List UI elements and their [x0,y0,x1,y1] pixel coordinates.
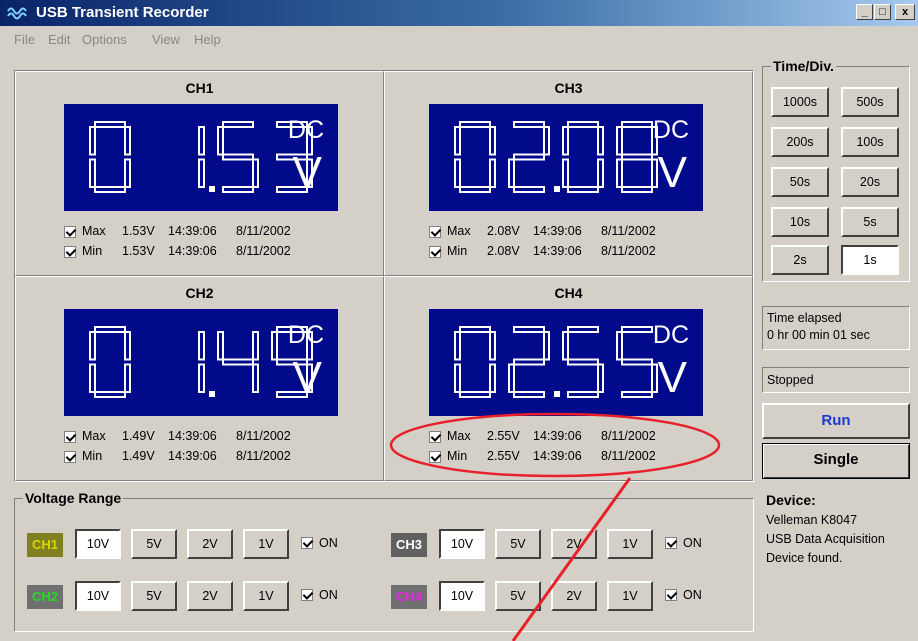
annotation-arrow-line [511,477,632,641]
annotation-overlay [389,412,721,641]
annotation-ellipse [389,412,721,478]
app-window: USB Transient Recorder _ □ x File Edit O… [0,0,918,641]
